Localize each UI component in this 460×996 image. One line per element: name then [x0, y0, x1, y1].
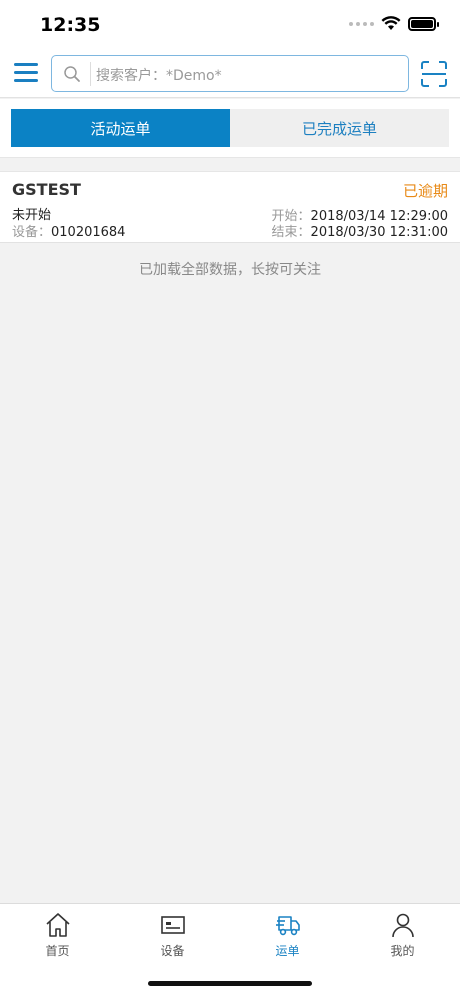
divider-strip — [0, 159, 460, 171]
order-card[interactable]: GSTEST 已逾期 未开始 设备：010201684 开始：2018/03/1… — [0, 171, 460, 243]
search-divider — [90, 62, 91, 86]
tabbar-home[interactable]: 首页 — [0, 912, 115, 964]
tab-completed-orders[interactable]: 已完成运单 — [230, 109, 449, 147]
battery-icon — [408, 16, 439, 31]
home-indicator — [148, 981, 312, 986]
status-icons — [349, 16, 439, 31]
order-overdue-badge: 已逾期 — [402, 182, 448, 200]
cellular-signal-icon — [349, 21, 374, 26]
load-complete-note: 已加载全部数据，长按可关注 — [139, 262, 321, 278]
end-label: 结束： — [271, 225, 311, 240]
status-bar: 12:35 — [0, 0, 460, 50]
order-device: 设备：010201684 — [12, 221, 125, 240]
user-icon — [391, 913, 414, 938]
search-input[interactable]: 搜索客户：*Demo* — [51, 55, 409, 92]
device-id: 010201684 — [51, 225, 126, 240]
truck-icon — [275, 916, 300, 936]
menu-button[interactable] — [14, 63, 38, 85]
status-time: 12:35 — [40, 14, 101, 36]
order-end: 结束：2018/03/30 12:31:00 — [272, 221, 448, 240]
tabbar-orders-label: 运单 — [275, 944, 300, 958]
tabbar-orders[interactable]: 运单 — [230, 912, 345, 964]
device-label: 设备： — [12, 225, 52, 240]
scan-icon[interactable] — [421, 61, 447, 87]
wifi-icon — [381, 16, 401, 30]
order-tabs: 活动运单 已完成运单 — [0, 99, 460, 158]
device-icon — [160, 916, 185, 934]
tabbar-mine-label: 我的 — [390, 944, 415, 958]
tabbar-home-label: 首页 — [45, 944, 70, 958]
home-icon — [45, 913, 70, 937]
header: 搜索客户：*Demo* — [0, 50, 460, 98]
search-placeholder: 搜索客户：*Demo* — [96, 68, 222, 84]
order-name: GSTEST — [12, 180, 81, 199]
tab-active-orders[interactable]: 活动运单 — [11, 109, 230, 147]
tabbar-mine[interactable]: 我的 — [345, 912, 460, 964]
search-icon — [64, 66, 80, 82]
end-time: 2018/03/30 12:31:00 — [310, 225, 448, 240]
tabbar-device[interactable]: 设备 — [115, 912, 230, 964]
tabbar-device-label: 设备 — [160, 944, 185, 958]
